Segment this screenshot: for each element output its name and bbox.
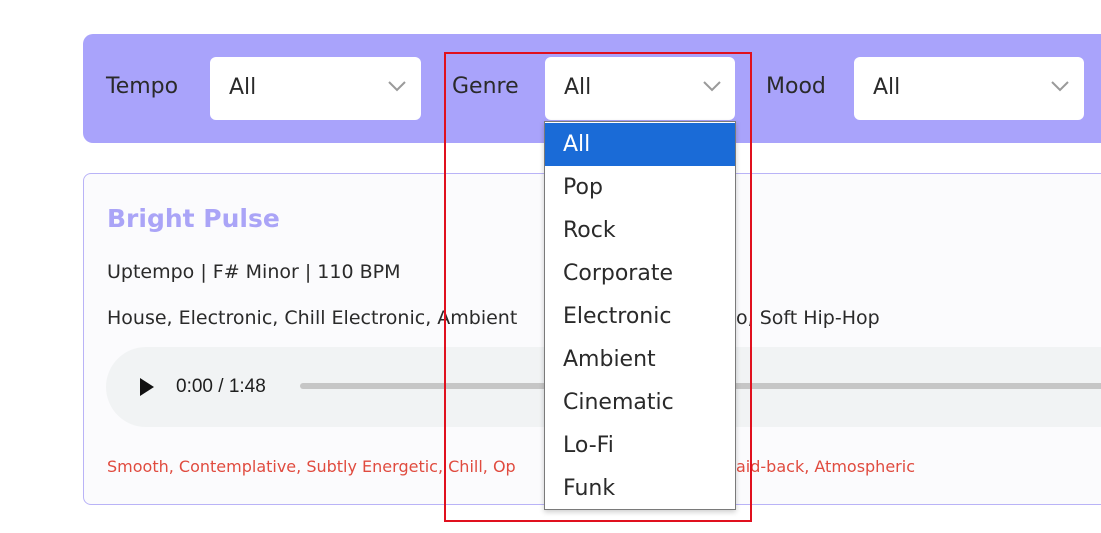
chevron-down-icon	[1051, 81, 1069, 92]
tempo-select-value: All	[229, 75, 257, 100]
dropdown-option-lo-fi[interactable]: Lo-Fi	[545, 424, 735, 467]
track-meta: Uptempo | F# Minor | 110 BPM	[107, 261, 401, 283]
mood-select-value: All	[873, 75, 901, 100]
genre-dropdown-list: All Pop Rock Corporate Electronic Ambient Cine…	[544, 121, 736, 510]
dropdown-option-pop[interactable]: Pop	[545, 166, 735, 209]
tempo-label: Tempo	[106, 74, 179, 99]
track-genres-right: o, Soft Hip-Hop	[736, 307, 880, 329]
play-icon[interactable]	[140, 378, 154, 396]
chevron-down-icon	[388, 81, 406, 92]
track-genres-left: House, Electronic, Chill Electronic, Amb…	[107, 307, 518, 329]
page: Tempo All Genre All Mood All Bright Puls…	[0, 0, 1101, 533]
track-moods-left: Smooth, Contemplative, Subtly Energetic,…	[107, 457, 516, 476]
dropdown-option-corporate[interactable]: Corporate	[545, 252, 735, 295]
dropdown-option-electronic[interactable]: Electronic	[545, 295, 735, 338]
genre-select[interactable]: All	[545, 57, 735, 120]
genre-select-value: All	[564, 75, 592, 100]
dropdown-option-cinematic[interactable]: Cinematic	[545, 381, 735, 424]
track-title: Bright Pulse	[107, 204, 280, 233]
audio-time: 0:00 / 1:48	[176, 376, 266, 397]
dropdown-option-ambient[interactable]: Ambient	[545, 338, 735, 381]
dropdown-option-funk[interactable]: Funk	[545, 467, 735, 510]
mood-label: Mood	[766, 74, 826, 99]
track-moods-right: aid-back, Atmospheric	[736, 457, 915, 476]
chevron-down-icon	[703, 81, 721, 92]
tempo-select[interactable]: All	[210, 57, 421, 120]
dropdown-option-all[interactable]: All	[545, 123, 735, 166]
mood-select[interactable]: All	[854, 57, 1084, 120]
dropdown-option-rock[interactable]: Rock	[545, 209, 735, 252]
genre-label: Genre	[452, 74, 519, 99]
